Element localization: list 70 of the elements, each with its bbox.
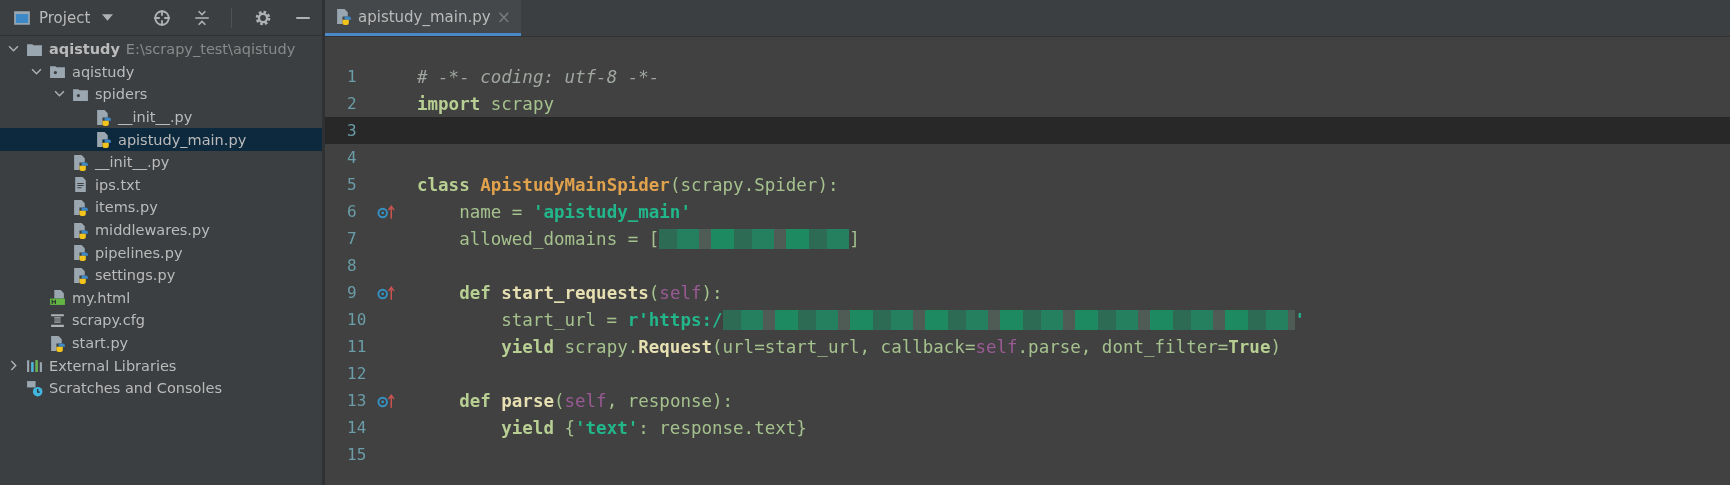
code-line: yield {'text': response.text} bbox=[501, 417, 807, 438]
dropdown-caret-icon[interactable] bbox=[102, 14, 114, 21]
crosshair-icon[interactable] bbox=[153, 8, 171, 27]
chevron-down-icon[interactable] bbox=[8, 43, 19, 55]
tree-item[interactable]: aqistudy bbox=[49, 41, 120, 58]
line-number: 15 bbox=[346, 445, 368, 464]
text-file-icon bbox=[72, 176, 89, 194]
line-number: 13 bbox=[346, 391, 368, 410]
code-line: allowed_domains = [ ] bbox=[459, 228, 860, 249]
code-line: def parse(self, response): bbox=[459, 390, 734, 411]
tree-item[interactable]: pipelines.py bbox=[95, 244, 183, 261]
tree-item[interactable]: middlewares.py bbox=[95, 222, 210, 239]
settings-icon[interactable] bbox=[254, 8, 272, 27]
tree-item[interactable]: start.py bbox=[72, 335, 129, 351]
tree-item[interactable]: items.py bbox=[95, 199, 158, 216]
package-folder-icon bbox=[49, 63, 66, 81]
line-number: 8 bbox=[346, 256, 358, 275]
override-marker-icon[interactable] bbox=[377, 203, 396, 220]
tree-item[interactable]: aqistudy bbox=[72, 63, 135, 80]
code-line: # -*- coding: utf-8 -*- bbox=[417, 66, 660, 87]
chevron-right-icon[interactable] bbox=[8, 359, 19, 371]
line-number: 12 bbox=[346, 364, 368, 383]
line-number: 2 bbox=[346, 94, 358, 113]
tree-item[interactable]: spiders bbox=[95, 86, 148, 103]
override-marker-icon[interactable] bbox=[377, 284, 396, 301]
line-number: 11 bbox=[346, 337, 368, 356]
line-number: 9 bbox=[346, 283, 358, 302]
line-number: 3 bbox=[346, 121, 358, 140]
override-marker-icon[interactable] bbox=[377, 392, 396, 409]
line-number: 1 bbox=[346, 67, 358, 86]
python-file-icon bbox=[72, 244, 89, 262]
python-file-icon bbox=[72, 153, 89, 171]
python-file-icon bbox=[95, 131, 112, 149]
tree-item[interactable]: ips.txt bbox=[95, 176, 141, 193]
line-number: 4 bbox=[346, 148, 358, 167]
config-file-icon bbox=[49, 311, 66, 329]
html-file-icon bbox=[49, 289, 66, 307]
line-number: 6 bbox=[346, 202, 358, 221]
code-line: yield scrapy.Request(url=start_url, callback=self.parse, dont_filter=True) bbox=[501, 336, 1281, 357]
panel-title[interactable]: Project bbox=[39, 8, 91, 27]
tree-item[interactable]: __init__.py bbox=[118, 109, 193, 126]
window-icon bbox=[13, 8, 31, 27]
tree-item[interactable]: External Libraries bbox=[49, 357, 177, 374]
python-file-icon bbox=[72, 221, 89, 239]
tree-item[interactable]: __init__.py bbox=[95, 154, 170, 171]
python-file-icon bbox=[335, 8, 352, 25]
python-file-icon bbox=[72, 266, 89, 284]
python-file-icon bbox=[95, 108, 112, 126]
line-number: 10 bbox=[346, 310, 368, 329]
python-file-icon bbox=[72, 198, 89, 216]
libraries-icon bbox=[26, 357, 43, 375]
code-line: name = 'apistudy_main' bbox=[459, 201, 691, 222]
project-path: E:\scrapy_test\aqistudy bbox=[125, 41, 296, 58]
collapse-all-icon[interactable] bbox=[193, 8, 211, 27]
code-line: def start_requests(self): bbox=[459, 282, 723, 303]
line-number: 5 bbox=[346, 175, 358, 194]
tree-item[interactable]: scrapy.cfg bbox=[72, 312, 145, 329]
line-number: 7 bbox=[346, 229, 358, 248]
scratches-icon bbox=[26, 379, 43, 397]
python-file-icon bbox=[49, 334, 66, 352]
code-line: import scrapy bbox=[417, 93, 554, 114]
tree-item[interactable]: my.html bbox=[72, 289, 131, 306]
line-number: 14 bbox=[346, 418, 368, 437]
code-line: start_url = r'https:/ ' bbox=[501, 309, 1306, 330]
tree-item[interactable]: settings.py bbox=[95, 267, 176, 284]
code-line: class ApistudyMainSpider(scrapy.Spider): bbox=[417, 174, 839, 195]
tree-item[interactable]: Scratches and Consoles bbox=[49, 380, 222, 397]
package-folder-icon bbox=[72, 86, 89, 103]
editor-tab[interactable]: apistudy_main.py × bbox=[325, 0, 521, 36]
chevron-down-icon[interactable] bbox=[54, 88, 65, 100]
